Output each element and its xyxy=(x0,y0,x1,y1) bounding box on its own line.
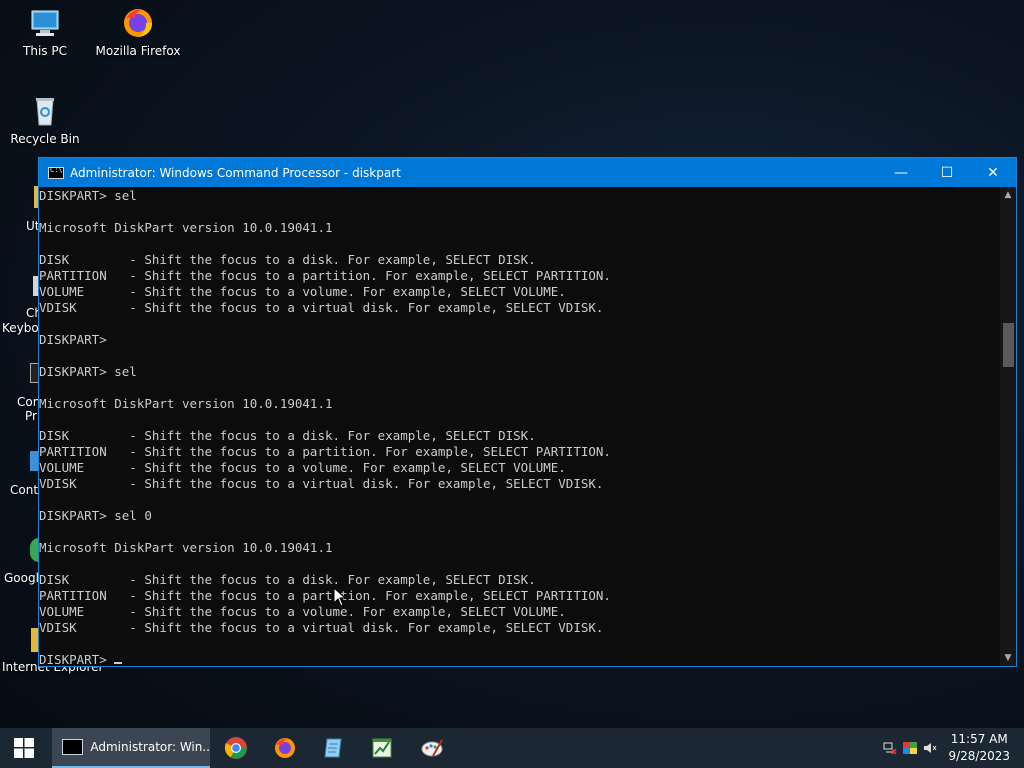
console-line: VDISK - Shift the focus to a virtual dis… xyxy=(39,300,604,315)
taskbar: Administrator: Win... 11:57 AM 9/28/2023 xyxy=(0,728,1024,768)
this-pc-icon xyxy=(28,6,62,40)
spreadsheet-icon[interactable] xyxy=(370,736,394,760)
console-line: PARTITION - Shift the focus to a partiti… xyxy=(39,268,611,283)
desktop-icon-label: This PC xyxy=(23,44,67,58)
console-line: VOLUME - Shift the focus to a volume. Fo… xyxy=(39,604,566,619)
console-line: VDISK - Shift the focus to a virtual dis… xyxy=(39,620,604,635)
desktop-icon-label: Mozilla Firefox xyxy=(95,44,181,58)
cmd-icon xyxy=(48,166,64,179)
console-line: DISK - Shift the focus to a disk. For ex… xyxy=(39,252,536,267)
notepad-icon[interactable] xyxy=(322,736,346,760)
paint-icon[interactable] xyxy=(420,736,444,760)
close-button[interactable]: ✕ xyxy=(970,158,1016,187)
taskbar-item-cmd[interactable]: Administrator: Win... xyxy=(52,728,210,768)
desktop-icon-this-pc[interactable]: This PC xyxy=(0,6,90,58)
console-line: PARTITION - Shift the focus to a partiti… xyxy=(39,444,611,459)
color-icon[interactable] xyxy=(903,741,917,755)
clock-time: 11:57 AM xyxy=(950,732,1008,746)
network-icon[interactable] xyxy=(883,741,897,755)
console-line: PARTITION - Shift the focus to a partiti… xyxy=(39,588,611,603)
text-cursor xyxy=(114,662,123,664)
console-line: DISKPART> sel xyxy=(39,188,137,203)
desktop-icon-label: Recycle Bin xyxy=(10,132,80,146)
window-title: Administrator: Windows Command Processor… xyxy=(70,165,401,180)
console-line: DISKPART> sel xyxy=(39,364,137,379)
console-line: DISK - Shift the focus to a disk. For ex… xyxy=(39,428,536,443)
clock-date: 9/28/2023 xyxy=(948,749,1010,763)
console-line: DISK - Shift the focus to a disk. For ex… xyxy=(39,572,536,587)
console-prompt-line[interactable]: DISKPART> xyxy=(39,652,1001,666)
console-line: VDISK - Shift the focus to a virtual dis… xyxy=(39,476,604,491)
scroll-up-icon[interactable]: ▲ xyxy=(1000,187,1016,203)
console-line: DISKPART> sel 0 xyxy=(39,508,152,523)
maximize-button[interactable]: ☐ xyxy=(924,158,970,187)
cmd-icon xyxy=(62,739,84,755)
console-line: Microsoft DiskPart version 10.0.19041.1 xyxy=(39,220,333,235)
console-prompt: DISKPART> xyxy=(39,652,115,666)
console-line: Microsoft DiskPart version 10.0.19041.1 xyxy=(39,396,333,411)
vertical-scrollbar[interactable]: ▲ ▼ xyxy=(1000,187,1016,666)
console-line: DISKPART> xyxy=(39,332,107,347)
recycle-bin-icon xyxy=(28,94,62,128)
desktop-icon-partial-label: Googl xyxy=(4,571,39,585)
minimize-button[interactable]: — xyxy=(878,158,924,187)
console-line: Microsoft DiskPart version 10.0.19041.1 xyxy=(39,540,333,555)
desktop-icon-firefox[interactable]: Mozilla Firefox xyxy=(93,6,183,58)
scroll-down-icon[interactable]: ▼ xyxy=(1000,650,1016,666)
mouse-pointer-icon xyxy=(333,587,347,607)
cmd-window[interactable]: Administrator: Windows Command Processor… xyxy=(38,157,1017,667)
windows-logo-icon xyxy=(14,738,34,758)
firefox-icon[interactable] xyxy=(273,736,297,760)
system-tray xyxy=(880,728,940,768)
console-line: VOLUME - Shift the focus to a volume. Fo… xyxy=(39,460,566,475)
desktop-icon-partial-label: Pr xyxy=(25,409,37,423)
chrome-icon[interactable] xyxy=(224,736,248,760)
taskbar-clock[interactable]: 11:57 AM 9/28/2023 xyxy=(948,731,1010,765)
scroll-thumb[interactable] xyxy=(1003,323,1014,367)
desktop-icon-partial-label: Con xyxy=(17,395,41,409)
console-line: VOLUME - Shift the focus to a volume. Fo… xyxy=(39,284,566,299)
console-output[interactable]: DISKPART> sel Microsoft DiskPart version … xyxy=(39,187,1001,666)
firefox-icon xyxy=(121,6,155,40)
taskbar-item-label: Administrator: Win... xyxy=(90,740,210,754)
title-bar[interactable]: Administrator: Windows Command Processor… xyxy=(39,158,1016,187)
start-button[interactable] xyxy=(0,728,48,768)
volume-icon[interactable] xyxy=(923,741,937,755)
desktop-icon-recycle-bin[interactable]: Recycle Bin xyxy=(0,94,90,146)
